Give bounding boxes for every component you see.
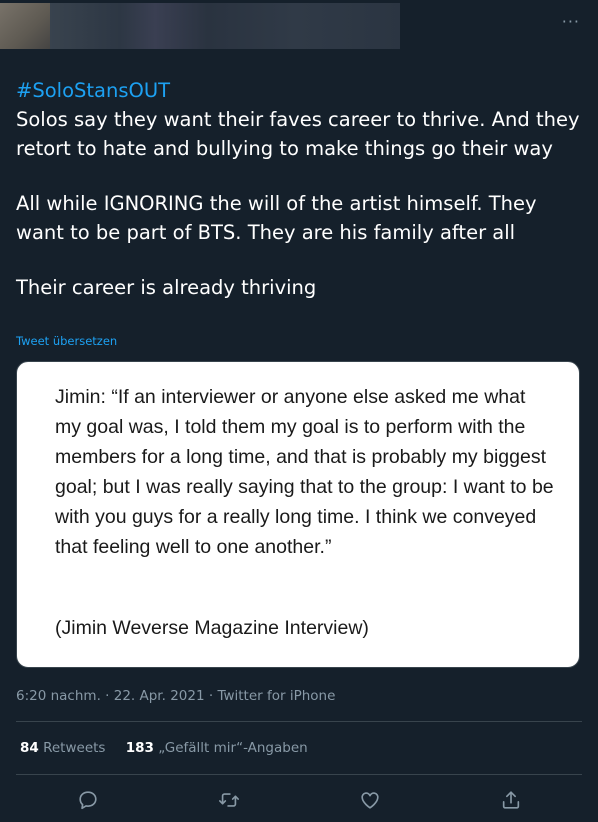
action-bar [0,786,598,814]
retweet-icon [219,793,239,807]
tweet-date[interactable]: 22. Apr. 2021 [114,688,205,704]
heart-icon [361,792,379,809]
tweet-time[interactable]: 6:20 nachm. [16,688,101,704]
retweets-stat[interactable]: 84 Retweets [20,740,105,756]
reply-button[interactable] [74,786,102,814]
retweets-count: 84 [20,740,39,756]
tweet-paragraph: All while IGNORING the will of the artis… [16,192,537,244]
avatar[interactable] [0,3,50,49]
divider [16,721,582,722]
tweet-metadata: 6:20 nachm. · 22. Apr. 2021 · Twitter fo… [16,688,335,704]
tweet-text: Solos say they want their faves career t… [16,106,586,303]
image-source-text: (Jimin Weverse Magazine Interview) [55,617,369,639]
share-icon [502,791,520,809]
more-options-icon[interactable]: ··· [562,12,580,31]
likes-label: „Gefällt mir“-Angaben [158,740,308,756]
reply-icon [79,791,97,810]
retweet-button[interactable] [215,786,243,814]
translate-tweet-link[interactable]: Tweet übersetzen [16,334,117,348]
divider [16,774,582,775]
share-button[interactable] [497,786,525,814]
meta-separator: · [100,688,114,704]
likes-count: 183 [125,740,154,756]
image-quote-text: Jimin: “If an interviewer or anyone else… [55,386,554,558]
author-name-blurred[interactable] [50,3,400,49]
engagement-stats: 84 Retweets 183 „Gefällt mir“-Angaben [20,740,324,756]
tweet-paragraph: Solos say they want their faves career t… [16,108,580,160]
attached-image[interactable]: Jimin: “If an interviewer or anyone else… [16,361,580,668]
tweet-client[interactable]: Twitter for iPhone [217,688,335,704]
tweet-header: ··· [0,0,598,52]
likes-stat[interactable]: 183 „Gefällt mir“-Angaben [126,740,308,756]
tweet-paragraph: Their career is already thriving [16,276,317,299]
meta-separator: · [204,688,218,704]
like-button[interactable] [356,786,384,814]
hashtag-link[interactable]: #SoloStansOUT [16,79,170,102]
retweets-label: Retweets [43,740,106,756]
